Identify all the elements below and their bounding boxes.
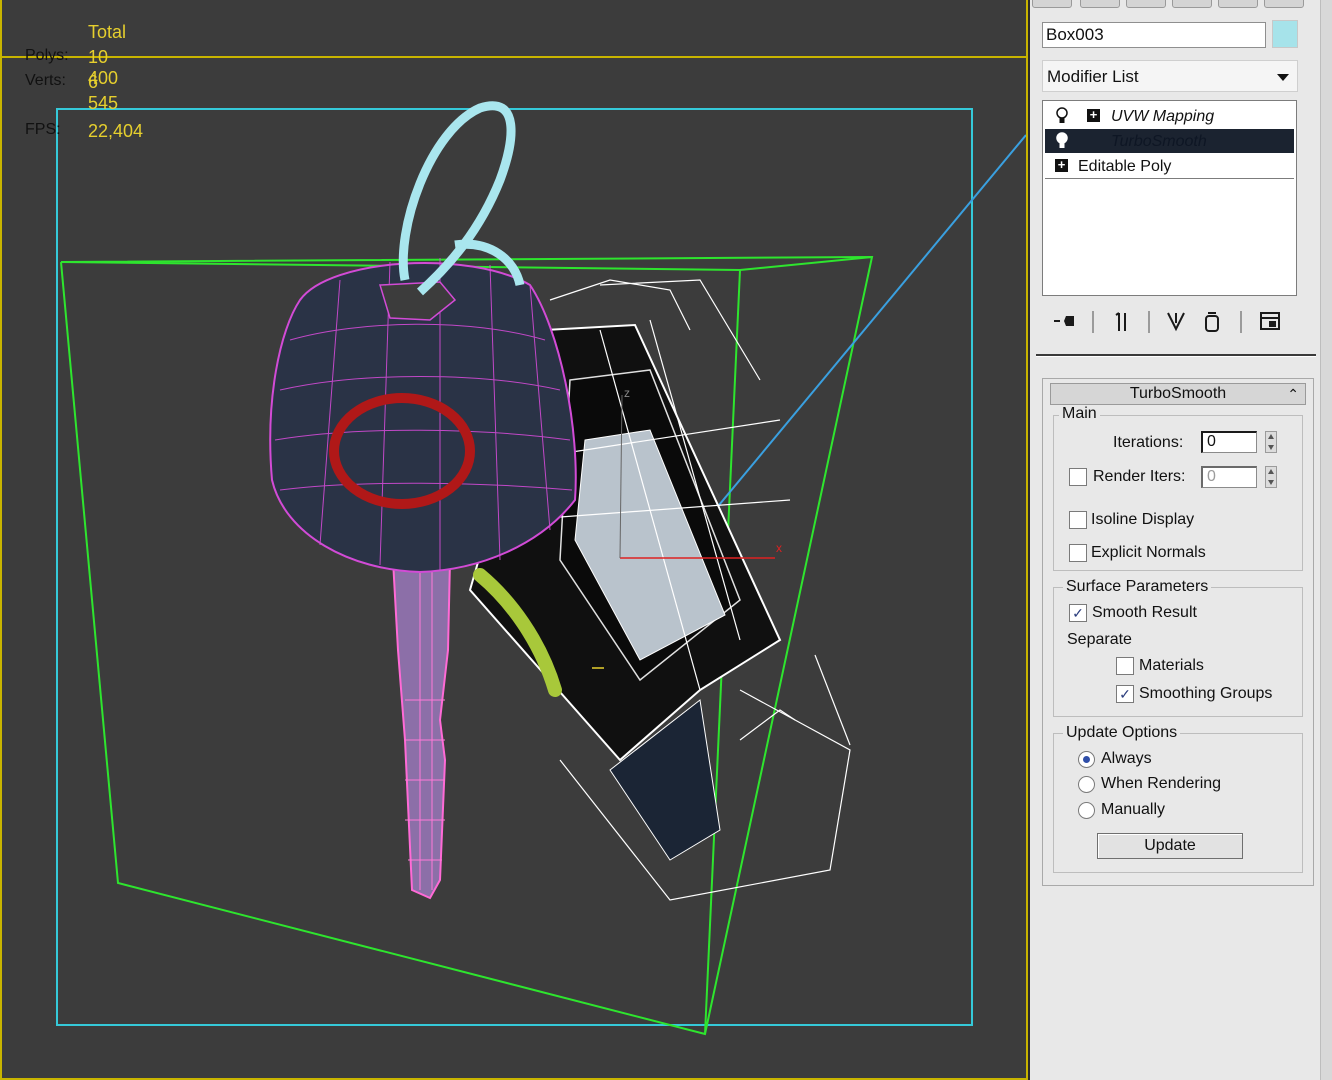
stats-verts-label: Verts: xyxy=(25,72,66,89)
helper-line xyxy=(689,134,1026,541)
separate-label: Separate xyxy=(1067,631,1132,648)
explicit-normals-label: Explicit Normals xyxy=(1091,544,1206,561)
stack-item-label: Editable Poly xyxy=(1078,158,1172,175)
expand-plus-icon[interactable]: + xyxy=(1055,158,1068,172)
command-panel-tabs xyxy=(1030,0,1320,10)
rollout-header[interactable]: TurboSmooth ⌃ xyxy=(1050,383,1306,405)
radio-manually-label: Manually xyxy=(1101,801,1166,818)
gizmo-z-label: z xyxy=(624,386,630,400)
explicit-normals-checkbox[interactable] xyxy=(1069,544,1087,562)
collapse-chevron-icon: ⌃ xyxy=(1287,386,1299,402)
command-panel: Box003 Modifier List + UVW Mapping Turbo… xyxy=(1030,0,1332,1080)
render-iters-checkbox[interactable] xyxy=(1069,468,1087,486)
render-iters-label: Render Iters: xyxy=(1093,468,1186,485)
smooth-result-checkbox[interactable]: ✓ xyxy=(1069,604,1087,622)
tab-create[interactable] xyxy=(1032,0,1072,8)
iterations-spinner-arrows[interactable] xyxy=(1265,431,1277,453)
configure-modifier-sets-icon[interactable] xyxy=(1256,307,1284,335)
iterations-label: Iterations: xyxy=(1113,434,1184,451)
render-iters-spinner[interactable]: 0 xyxy=(1201,466,1257,488)
stack-item-uvw-mapping[interactable]: + UVW Mapping xyxy=(1045,104,1294,128)
isoline-display-label: Isoline Display xyxy=(1091,511,1195,528)
group-surface-title: Surface Parameters xyxy=(1063,578,1212,596)
key-head xyxy=(269,258,577,574)
panel-scrollbar[interactable] xyxy=(1320,0,1332,1080)
smooth-result-label: Smooth Result xyxy=(1092,604,1197,621)
radio-manually[interactable] xyxy=(1078,802,1095,819)
rollout-title: TurboSmooth xyxy=(1129,385,1227,402)
materials-label: Materials xyxy=(1139,657,1204,674)
stack-item-editable-poly[interactable]: + Editable Poly xyxy=(1045,154,1294,178)
stack-item-label: TurboSmooth xyxy=(1111,133,1207,150)
expand-plus-icon[interactable]: + xyxy=(1087,108,1100,122)
key-blade xyxy=(391,559,452,900)
iterations-spinner[interactable]: 0 xyxy=(1201,431,1257,453)
materials-checkbox[interactable] xyxy=(1116,657,1134,675)
tab-modify[interactable] xyxy=(1080,0,1120,8)
radio-always-label: Always xyxy=(1101,750,1152,767)
smoothing-groups-checkbox[interactable]: ✓ xyxy=(1116,685,1134,703)
stack-item-turbosmooth[interactable]: TurboSmooth xyxy=(1045,129,1294,153)
lightbulb-icon[interactable] xyxy=(1055,132,1069,150)
turbosmooth-rollout: TurboSmooth ⌃ Main Iterations: 0 Render … xyxy=(1042,378,1314,886)
radio-when-rendering-label: When Rendering xyxy=(1101,775,1222,792)
toolbar-separator xyxy=(1092,311,1094,333)
toolbar-separator xyxy=(1240,311,1242,333)
lightbulb-icon[interactable] xyxy=(1055,107,1069,125)
group-main-title: Main xyxy=(1059,405,1100,423)
stats-fps-label: FPS: xyxy=(25,121,61,138)
scene-render: x z xyxy=(56,101,1026,1036)
radio-always[interactable] xyxy=(1078,751,1095,768)
remove-modifier-icon[interactable] xyxy=(1198,307,1226,335)
object-color-swatch[interactable] xyxy=(1272,20,1298,48)
gizmo-x-label: x xyxy=(776,541,782,555)
stack-divider xyxy=(1045,178,1294,179)
object-name-field[interactable]: Box003 xyxy=(1042,22,1266,48)
group-update-title: Update Options xyxy=(1063,724,1181,742)
smoothing-groups-label: Smoothing Groups xyxy=(1139,685,1273,702)
modifier-list-dropdown[interactable]: Modifier List xyxy=(1042,60,1298,92)
tab-hierarchy[interactable] xyxy=(1126,0,1166,8)
radio-when-rendering[interactable] xyxy=(1078,776,1095,793)
tab-utilities[interactable] xyxy=(1264,0,1304,8)
show-end-result-icon[interactable] xyxy=(1108,307,1136,335)
modifier-list-label: Modifier List xyxy=(1047,67,1139,86)
stats-polys-label: Polys: xyxy=(25,47,69,64)
stats-fps-value: 22,404 xyxy=(88,121,144,141)
stack-toolbar xyxy=(1042,305,1312,339)
chevron-down-icon xyxy=(1277,74,1289,81)
isoline-display-checkbox[interactable] xyxy=(1069,511,1087,529)
toolbar-separator xyxy=(1148,311,1150,333)
tab-display[interactable] xyxy=(1218,0,1258,8)
stats-verts-value: 6 545 xyxy=(88,72,119,113)
stats-total-header: Total xyxy=(88,22,127,42)
update-button[interactable]: Update xyxy=(1097,833,1243,859)
modifier-stack[interactable]: + UVW Mapping TurboSmooth + Editable Pol… xyxy=(1042,100,1297,296)
stack-item-label: UVW Mapping xyxy=(1111,108,1215,125)
pin-stack-icon[interactable] xyxy=(1052,307,1080,335)
viewport[interactable]: x z Total Polys: 10 400 Verts: 6 545 FPS… xyxy=(0,0,1028,1080)
tab-motion[interactable] xyxy=(1172,0,1212,8)
panel-divider xyxy=(1036,354,1316,357)
render-iters-spinner-arrows[interactable] xyxy=(1265,466,1277,488)
make-unique-icon[interactable] xyxy=(1162,307,1190,335)
